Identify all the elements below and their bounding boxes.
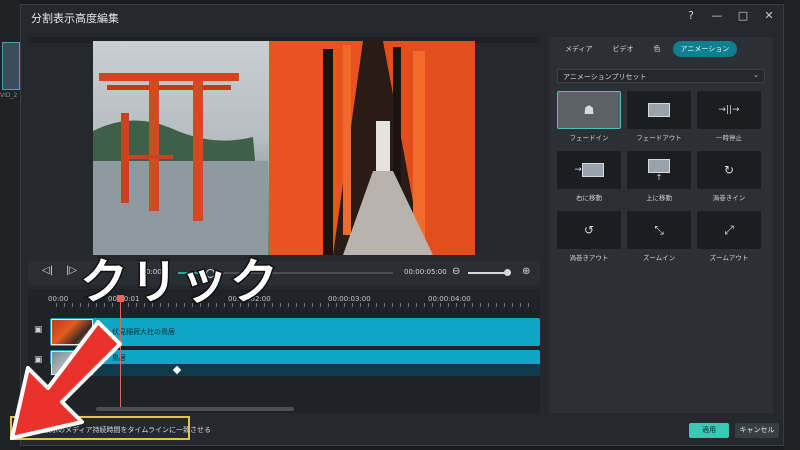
- tab-video[interactable]: ビデオ: [605, 41, 642, 57]
- anim-label: 上に移動: [646, 194, 672, 202]
- anim-swirl-out[interactable]: ↺ 渦巻きアウト: [557, 211, 621, 263]
- anim-label: 一時停止: [716, 134, 742, 142]
- background-right-strip: [784, 0, 800, 450]
- anim-label: フェードアウト: [636, 134, 682, 142]
- chevron-down-icon: ⌄: [753, 71, 759, 79]
- anim-fade-in[interactable]: ☗ フェードイン: [557, 91, 621, 143]
- ruler-label: 00:00: [48, 295, 69, 303]
- property-tabs: メディア ビデオ 色 アニメーション: [557, 41, 738, 57]
- ruler-label: 00:00:04:00: [428, 295, 471, 303]
- zoom-out-anim-icon: ⤢: [724, 222, 734, 237]
- keyframe-marker[interactable]: [172, 365, 182, 375]
- cancel-button[interactable]: キャンセル: [735, 423, 779, 438]
- zoom-in-icon[interactable]: ⊕: [522, 266, 530, 277]
- total-time: 00:00:05:00: [404, 268, 447, 276]
- close-icon[interactable]: ✕: [761, 9, 777, 22]
- minimize-icon[interactable]: —: [709, 9, 725, 22]
- anim-label: フェードイン: [569, 134, 609, 142]
- play-icon[interactable]: |▷: [66, 265, 77, 276]
- tab-color[interactable]: 色: [646, 41, 669, 57]
- window-controls: ? — □ ✕: [683, 9, 777, 22]
- tab-media[interactable]: メディア: [557, 41, 601, 57]
- timeline-clip-1[interactable]: 伏見稲荷大社の鳥居: [50, 318, 540, 346]
- background-clip-thumbnail: [2, 42, 20, 90]
- anim-move-right[interactable]: → 右に移動: [557, 151, 621, 203]
- animation-preset-dropdown[interactable]: アニメーションプリセット ⌄: [557, 69, 765, 83]
- zoom-slider-handle[interactable]: [504, 269, 511, 276]
- torii-scene: [93, 41, 475, 255]
- preset-dropdown-label: アニメーションプリセット: [563, 73, 647, 81]
- anim-label: 右に移動: [576, 194, 602, 202]
- ruler-label: 00:00:03:00: [328, 295, 371, 303]
- properties-panel: メディア ビデオ 色 アニメーション アニメーションプリセット ⌄ ☗ フェード…: [549, 37, 773, 413]
- split-screen-advanced-edit-dialog: 分割表示高度編集 ? — □ ✕ ◁| |▷ 0:00 00:00:05:00 …: [20, 4, 784, 446]
- anim-zoom-in[interactable]: ⤡ ズームイン: [627, 211, 691, 263]
- swirl-out-icon: ↺: [583, 223, 595, 237]
- zoom-slider[interactable]: [468, 269, 511, 276]
- fade-out-icon: [627, 91, 691, 129]
- move-up-icon: ↑: [627, 151, 691, 189]
- help-icon[interactable]: ?: [683, 9, 699, 22]
- click-annotation: クリック: [78, 253, 281, 312]
- zoom-out-icon[interactable]: ⊖: [452, 266, 460, 277]
- anim-label: 渦巻きイン: [712, 194, 746, 202]
- background-clip-label: VID_2: [0, 92, 18, 99]
- tab-animation[interactable]: アニメーション: [672, 41, 738, 57]
- timeline-clip-2[interactable]: 鳥居: [50, 350, 540, 376]
- dialog-title: 分割表示高度編集: [31, 12, 119, 25]
- anim-move-up[interactable]: ↑ 上に移動: [627, 151, 691, 203]
- anim-swirl-in[interactable]: ↻ 渦巻きイン: [697, 151, 761, 203]
- timeline-scrollbar[interactable]: [96, 407, 294, 411]
- zoom-in-anim-icon: ⤡: [654, 222, 664, 237]
- anim-label: ズームイン: [642, 254, 676, 262]
- swirl-in-icon: ↻: [723, 163, 735, 177]
- anim-zoom-out[interactable]: ⤢ ズームアウト: [697, 211, 761, 263]
- apply-button[interactable]: 適用: [689, 423, 729, 438]
- anim-label: 渦巻きアウト: [569, 254, 609, 262]
- pointer-arrow-icon: [10, 320, 122, 440]
- video-preview[interactable]: [93, 41, 475, 255]
- dialog-titlebar: 分割表示高度編集 ? — □ ✕: [21, 5, 783, 29]
- anim-label: ズームアウト: [709, 254, 749, 262]
- anim-pause[interactable]: →||→ 一時停止: [697, 91, 761, 143]
- step-back-icon[interactable]: ◁|: [42, 265, 53, 276]
- maximize-icon[interactable]: □: [735, 9, 751, 22]
- pause-icon: →||→: [718, 105, 740, 115]
- move-right-icon: →: [557, 151, 621, 189]
- anim-fade-out[interactable]: フェードアウト: [627, 91, 691, 143]
- fade-in-icon: ☗: [583, 103, 595, 117]
- clip-keyframe-lane: [50, 364, 540, 376]
